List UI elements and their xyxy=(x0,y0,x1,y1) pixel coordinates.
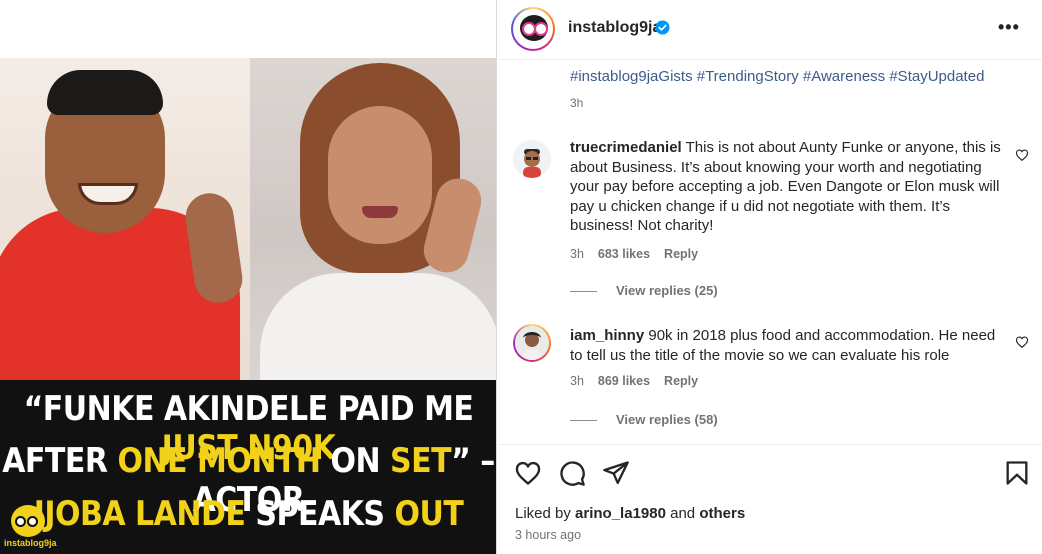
comments-list[interactable]: #instablog9jaGists #TrendingStory #Aware… xyxy=(498,61,1042,444)
headline-segment: SPEAKS xyxy=(245,494,395,535)
post-panel: instablog9ja ••• #instablog9jaGists #Tre… xyxy=(498,0,1042,554)
comment-icon[interactable] xyxy=(558,459,586,487)
headline-segment: AFTER xyxy=(2,441,118,481)
heart-icon[interactable] xyxy=(1015,335,1029,349)
bookmark-icon[interactable] xyxy=(1003,459,1031,487)
reply-button[interactable]: Reply xyxy=(664,374,698,388)
post-actions: Liked by arino_la1980 and others 3 hours… xyxy=(498,444,1042,554)
post-media[interactable]: “FUNKE AKINDELE PAID ME JUST N90K AFTER … xyxy=(0,0,497,554)
comment-username[interactable]: truecrimedaniel xyxy=(570,139,682,156)
headline-segment: IJOBA LANDE xyxy=(33,494,246,535)
caption-timestamp: 3h xyxy=(570,96,584,110)
headline-segment: SET xyxy=(390,441,452,481)
avatar-icon xyxy=(515,326,549,360)
watermark-text: instablog9ja xyxy=(4,538,57,548)
view-replies-button[interactable]: View replies (25) xyxy=(570,283,718,298)
photo-actor xyxy=(0,58,250,380)
photo-actress xyxy=(250,58,496,380)
comment-avatar[interactable] xyxy=(513,140,551,178)
post-timestamp: 3 hours ago xyxy=(515,528,582,542)
liked-by-text: Liked by arino_la1980 and others xyxy=(515,505,746,522)
view-replies-button[interactable]: View replies (58) xyxy=(570,412,718,427)
headline-segment: OUT xyxy=(394,494,464,535)
actress-jacket xyxy=(260,273,496,380)
comment-avatar[interactable] xyxy=(513,324,551,362)
comment-time: 3h xyxy=(570,247,584,261)
reply-button[interactable]: Reply xyxy=(664,247,698,261)
actor-hair xyxy=(47,70,163,115)
watermark-logo: instablog9ja xyxy=(4,505,57,551)
avatar-icon xyxy=(513,140,551,178)
headline-segment: “FUNKE AKINDELE xyxy=(23,389,329,429)
comment-time: 3h xyxy=(570,374,584,388)
heart-icon[interactable] xyxy=(514,459,542,487)
caption-hashtags[interactable]: #instablog9jaGists #TrendingStory #Aware… xyxy=(570,68,984,85)
media-top-padding xyxy=(0,0,496,58)
post-header: instablog9ja ••• xyxy=(498,0,1042,60)
headline-line-3: IJOBA LANDE SPEAKS OUT xyxy=(0,494,496,535)
more-horizontal-icon[interactable]: ••• xyxy=(998,18,1020,36)
headline-segment: ONE MONTH xyxy=(117,441,321,481)
comment-meta: 3h 869 likes Reply xyxy=(570,374,712,388)
comment-meta: 3h 683 likes Reply xyxy=(570,247,712,261)
verified-badge-icon xyxy=(655,20,670,35)
comment-likes[interactable]: 869 likes xyxy=(598,374,650,388)
comment-text: iam_hinny 90k in 2018 plus food and acco… xyxy=(570,326,1010,365)
header-username[interactable]: instablog9ja xyxy=(568,19,661,37)
comment-likes[interactable]: 683 likes xyxy=(598,247,650,261)
others-link[interactable]: others xyxy=(699,505,745,522)
comment-username[interactable]: iam_hinny xyxy=(570,327,644,344)
headline-segment: ON xyxy=(320,441,391,481)
actress-face xyxy=(328,106,432,244)
liked-by-user-link[interactable]: arino_la1980 xyxy=(575,505,666,522)
comment-text: truecrimedaniel This is not about Aunty … xyxy=(570,138,1010,236)
owl-logo-icon xyxy=(520,15,548,41)
actress-lips xyxy=(362,206,398,218)
avatar[interactable] xyxy=(511,7,555,51)
heart-icon[interactable] xyxy=(1015,148,1029,162)
share-icon[interactable] xyxy=(602,459,630,487)
headline-segment: PAID ME xyxy=(327,389,474,429)
